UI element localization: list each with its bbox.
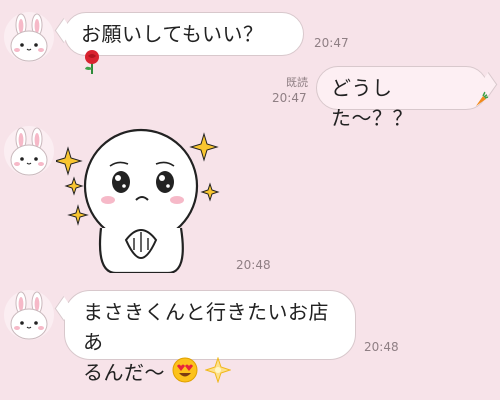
message-text-line-1: まさきくんと行きたいお店あ — [83, 300, 329, 354]
message-bubble-4[interactable]: まさきくんと行きたいお店あ るんだ〜 — [64, 290, 356, 385]
message-text: お願いしてもいい？ — [81, 22, 264, 46]
cony-bunny-icon — [10, 13, 48, 62]
chat-room: お願いしてもいい？ 20:47 既読 20:47 どうした〜？？ 20:48 ま… — [0, 0, 500, 400]
message-bubble-2[interactable]: どうした〜？？ — [316, 66, 489, 130]
cony-bunny-icon — [10, 127, 48, 176]
message-bubble-1[interactable]: お願いしてもいい？ — [64, 12, 304, 74]
message-text-line-2: るんだ〜 — [83, 356, 337, 391]
rose-emoji — [81, 49, 103, 79]
cony-bunny-icon — [10, 291, 48, 340]
message-text: どうした〜？？ — [331, 76, 413, 130]
timestamp: 20:48 — [236, 258, 271, 272]
avatar[interactable] — [4, 126, 54, 176]
timestamp: 20:47 — [314, 36, 349, 50]
timestamp: 20:48 — [364, 340, 399, 354]
message-text: るんだ〜 — [83, 360, 165, 385]
sparkle-star-emoji — [204, 356, 232, 391]
moon-pleading-sticker[interactable] — [53, 128, 226, 275]
timestamp: 20:47 — [272, 91, 307, 105]
avatar[interactable] — [4, 12, 54, 62]
carrot-emoji — [473, 91, 489, 113]
heart-eyes-emoji — [172, 357, 198, 391]
avatar[interactable] — [4, 290, 54, 340]
read-receipt: 既読 — [286, 76, 308, 89]
